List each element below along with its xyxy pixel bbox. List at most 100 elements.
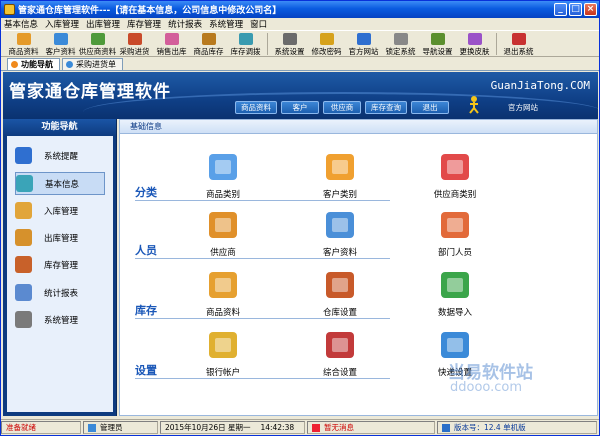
toolbar-button-purchase[interactable]: 采购进货 [116, 31, 153, 57]
close-button[interactable]: × [584, 3, 597, 16]
exit-icon [511, 33, 526, 45]
sidebar-body: 系统提醒基本信息入库管理出库管理库存管理统计报表系统管理 [7, 136, 113, 412]
status-datetime-text: 2015年10月26日 星期一 14:42:38 [165, 423, 295, 432]
toolbar-button-product[interactable]: 商品资料 [5, 31, 42, 57]
tab-function-nav[interactable]: 功能导航 [7, 58, 60, 70]
entry-3-1[interactable]: 综合设置 [295, 326, 385, 378]
main-panel: 基础信息 分类 商品类别 客户类别 供应商类别 人员 供应商 客户资料 部门人员 库存 商品资料 仓… [119, 119, 598, 416]
toolbar-separator [496, 33, 497, 55]
sidebar-item-label: 统计报表 [44, 288, 79, 299]
entry-0-2[interactable]: 供应商类别 [410, 148, 500, 200]
sidebar-item-4[interactable]: 库存管理 [15, 253, 105, 276]
entry-icon [437, 148, 473, 184]
section-divider [135, 258, 390, 259]
toolbar-button-customer[interactable]: 客户资料 [42, 31, 79, 57]
entry-icon [322, 206, 358, 242]
entry-label: 供应商 [210, 248, 236, 258]
status-user: 管理员 [83, 421, 158, 434]
toolbar-button-label: 官方网站 [348, 47, 379, 56]
sidebar-item-3[interactable]: 出库管理 [15, 226, 105, 249]
website-icon [356, 33, 371, 45]
sidebar-item-6[interactable]: 系统管理 [15, 308, 105, 331]
sidebar-item-icon [15, 311, 32, 328]
entry-label: 商品类别 [205, 190, 240, 200]
nav-tab-icon [11, 61, 18, 68]
sidebar-item-label: 出库管理 [44, 233, 79, 244]
tab-purchase-order[interactable]: 采购进货单 [62, 58, 123, 70]
sidebar-title: 功能导航 [3, 119, 116, 136]
toolbar-button-exit[interactable]: 退出系统 [500, 31, 537, 57]
entry-label: 综合设置 [322, 368, 357, 378]
sidebar-item-label: 系统管理 [44, 315, 79, 326]
sales-icon [164, 33, 179, 45]
entry-3-0[interactable]: 银行帐户 [178, 326, 268, 378]
menu-inbound[interactable]: 入库管理 [45, 18, 79, 30]
entry-1-2[interactable]: 部门人员 [410, 206, 500, 258]
sidebar-item-icon [16, 175, 33, 192]
banner-nav-suppliers[interactable]: 供应商 [323, 101, 361, 114]
official-website-link[interactable]: 官方网站 [508, 102, 538, 113]
nav-icon [430, 33, 445, 45]
banner-nav-stock-query[interactable]: 库存查询 [365, 101, 407, 114]
toolbar-button-label: 导航设置 [422, 47, 453, 56]
minimize-button[interactable]: _ [554, 3, 567, 16]
toolbar-button-sales[interactable]: 销售出库 [153, 31, 190, 57]
sidebar-item-1[interactable]: 基本信息 [15, 172, 105, 195]
sidebar-item-label: 系统提醒 [44, 151, 79, 162]
banner-nav-customers[interactable]: 客户 [281, 101, 319, 114]
toolbar-button-label: 商品库存 [193, 47, 224, 56]
entry-2-1[interactable]: 仓库设置 [295, 266, 385, 318]
toolbar-button-stock[interactable]: 商品库存 [190, 31, 227, 57]
sidebar-item-icon [15, 256, 32, 273]
toolbar-button-transfer[interactable]: 库存调拨 [227, 31, 264, 57]
toolbar-button-label: 客户资料 [45, 47, 76, 56]
entry-2-2[interactable]: 数据导入 [410, 266, 500, 318]
banner-nav-exit[interactable]: 退出 [411, 101, 449, 114]
menu-system[interactable]: 系统管理 [209, 18, 243, 30]
menu-basic-info[interactable]: 基本信息 [4, 18, 38, 30]
window-title: 管家通仓库管理软件---【请在基本信息，公司信息中修改公司名】 [18, 6, 282, 16]
entry-label: 部门人员 [437, 248, 472, 258]
status-version-text: 版本号：12.4 单机版 [454, 423, 526, 432]
toolbar-button-password[interactable]: 修改密码 [308, 31, 345, 57]
status-message[interactable]: 暂无消息 [307, 421, 435, 434]
entry-0-1[interactable]: 客户类别 [295, 148, 385, 200]
entry-1-1[interactable]: 客户资料 [295, 206, 385, 258]
entry-icon [322, 326, 358, 362]
section-title: 库存 [135, 304, 157, 317]
password-icon [319, 33, 334, 45]
banner-nav-products[interactable]: 商品资料 [235, 101, 277, 114]
sidebar-item-label: 入库管理 [44, 206, 79, 217]
toolbar-button-supplier[interactable]: 供应商资料 [79, 31, 116, 57]
toolbar-button-skin[interactable]: 更换皮肤 [456, 31, 493, 57]
toolbar: 商品资料 客户资料 供应商资料 采购进货 销售出库 商品库存 库存调拨 系统设置 修改密码 官方网… [1, 30, 599, 57]
maximize-button[interactable]: □ [569, 3, 582, 16]
entry-1-0[interactable]: 供应商 [178, 206, 268, 258]
toolbar-button-website[interactable]: 官方网站 [345, 31, 382, 57]
lock-icon [393, 33, 408, 45]
entry-icon [322, 266, 358, 302]
sidebar-item-5[interactable]: 统计报表 [15, 281, 105, 304]
toolbar-button-label: 销售出库 [156, 47, 187, 56]
status-version: 版本号：12.4 单机版 [437, 421, 597, 434]
toolbar-button-nav[interactable]: 导航设置 [419, 31, 456, 57]
section-title: 设置 [135, 364, 157, 377]
menu-inventory[interactable]: 库存管理 [127, 18, 161, 30]
toolbar-button-settings[interactable]: 系统设置 [271, 31, 308, 57]
status-datetime: 2015年10月26日 星期一 14:42:38 [160, 421, 305, 434]
section-divider [135, 200, 390, 201]
entry-icon [437, 266, 473, 302]
sidebar-item-0[interactable]: 系统提醒 [15, 144, 105, 167]
entry-2-0[interactable]: 商品资料 [178, 266, 268, 318]
section-divider [135, 318, 390, 319]
menu-outbound[interactable]: 出库管理 [86, 18, 120, 30]
entry-0-0[interactable]: 商品类别 [178, 148, 268, 200]
sidebar-item-2[interactable]: 入库管理 [15, 199, 105, 222]
toolbar-button-lock[interactable]: 锁定系统 [382, 31, 419, 57]
product-icon [16, 33, 31, 45]
message-icon [312, 423, 320, 432]
toolbar-button-label: 锁定系统 [385, 47, 416, 56]
sidebar-item-icon [15, 147, 32, 164]
menu-reports[interactable]: 统计报表 [168, 18, 202, 30]
menu-window[interactable]: 窗口 [250, 18, 267, 30]
